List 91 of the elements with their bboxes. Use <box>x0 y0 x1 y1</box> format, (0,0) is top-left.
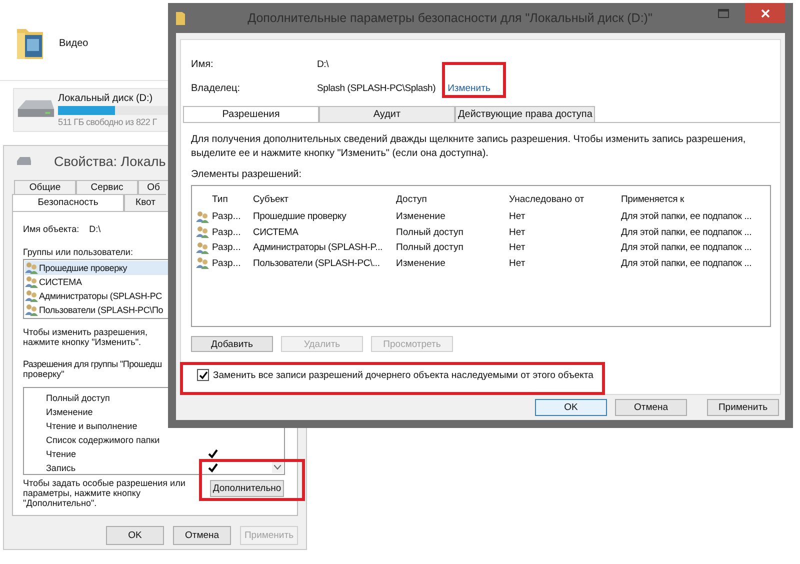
permission-name: Запись <box>46 463 77 473</box>
checkbox[interactable] <box>197 369 209 381</box>
table-cell-text: Изменение <box>396 258 446 269</box>
dialog-button[interactable]: OK <box>106 526 164 545</box>
table-cell-text: Нет <box>509 242 526 254</box>
table-cell-text: Разр... <box>212 226 242 238</box>
group-item[interactable]: Администраторы (SPLASH-PC <box>25 289 168 303</box>
checkbox-label[interactable]: Заменить все записи разрешений дочернего объекта наследуемыми от этого объекта <box>213 370 594 380</box>
column-header[interactable]: Применяется к <box>621 194 768 204</box>
dialog-title: Свойства: Локаль <box>54 154 166 168</box>
table-cell-text: СИСТЕМА <box>253 226 300 238</box>
name-label: Имя: <box>191 58 214 70</box>
advanced-hint: Чтобы задать особые разрешения или параметры, нажмите кнопку "Дополнительно". <box>23 478 186 508</box>
tab[interactable]: Сервис <box>76 180 138 194</box>
tab[interactable]: Безопасность <box>12 194 124 211</box>
maximize-icon <box>718 9 729 18</box>
column-header[interactable]: Субъект <box>253 194 396 204</box>
permission-name: Чтение и выполнение <box>46 421 138 431</box>
change-hint: Чтобы изменить разрешения, нажмите кнопку "Изменить". <box>23 327 148 347</box>
column-header[interactable]: Унаследовано от <box>509 194 621 204</box>
permission-name: Список содержимого папки <box>46 435 161 445</box>
tab[interactable]: Аудит <box>319 106 455 122</box>
users-icon <box>25 304 38 316</box>
drive-free-space: 511 ГБ свободно из 822 Г <box>58 117 158 127</box>
name-value: D:\ <box>317 58 329 70</box>
users-icon <box>25 276 38 288</box>
group-item[interactable]: Прошедшие проверку <box>25 261 168 275</box>
permission-name: Чтение <box>46 449 78 459</box>
permissions-label: Разрешения для группы "Прошедш <box>23 359 162 369</box>
tab[interactable]: Разрешения <box>183 106 319 122</box>
action-button[interactable]: Добавить <box>191 336 273 352</box>
table-cell-text: Нет <box>509 226 526 238</box>
info-text: Для получения дополнительных сведений дважды щелкните запись разрешения. Чтобы изменить запись разрешения, выделите ее и нажмите кнопку "Изменить" (если она доступна). <box>191 133 747 161</box>
tab[interactable]: Действующие права доступа <box>455 106 596 122</box>
window-title: Дополнительные параметры безопасности для "Локальный диск (D:)" <box>246 11 654 25</box>
dialog-button[interactable]: Отмена <box>173 526 231 545</box>
change-owner-link[interactable]: Изменить <box>448 82 490 94</box>
table-cell-text: Для этой папки, ее подпапок ... <box>621 242 753 254</box>
advanced-button[interactable]: Дополнительно <box>210 480 284 497</box>
permission-name: Полный доступ <box>46 393 111 403</box>
group-item[interactable]: СИСТЕМА <box>25 275 168 289</box>
drive-icon <box>16 156 32 166</box>
table-cell-text: Для этой папки, ее подпапок ... <box>621 226 753 238</box>
table-cell-text: Разр... <box>212 211 242 222</box>
close-icon <box>760 8 770 18</box>
users-icon <box>196 210 209 223</box>
dialog-button[interactable]: OK <box>535 399 607 416</box>
tab[interactable]: Об <box>138 180 168 194</box>
table-cell-text: Изменение <box>396 211 446 222</box>
users-icon <box>196 257 209 270</box>
table-row[interactable]: Разр... Администраторы (SPLASH-P... Полный доступ Нет Для этой папки, ее подпапок ... <box>192 240 768 256</box>
folder-label[interactable]: Видео <box>59 38 88 48</box>
entries-label: Элементы разрешений: <box>191 169 302 180</box>
table-cell-text: Разр... <box>212 242 242 254</box>
users-icon <box>196 226 209 238</box>
object-name-label: Имя объекта: <box>23 224 80 234</box>
table-cell-text: Для этой папки, ее подпапок ... <box>621 211 753 222</box>
drive-label: Локальный диск (D:) <box>58 93 154 104</box>
table-cell-text: Для этой папки, ее подпапок ... <box>621 258 753 269</box>
table-cell-text: Пользователи (SPLASH-PC\... <box>253 258 381 269</box>
users-icon <box>196 242 209 254</box>
table-cell-text: Администраторы (SPLASH-P... <box>253 242 384 254</box>
groups-label: Группы или пользователи: <box>23 247 133 257</box>
table-cell-text: Нет <box>509 258 526 269</box>
owner-value: Splash (SPLASH-PC\Splash) <box>317 82 436 94</box>
highlight-frame <box>442 62 506 98</box>
table-cell-text: Полный доступ <box>396 226 464 238</box>
tab[interactable]: Квот <box>124 194 166 211</box>
table-row[interactable]: Разр... Пользователи (SPLASH-PC\... Изменение Нет Для этой папки, ее подпапок ... <box>192 256 768 271</box>
users-icon <box>25 262 38 274</box>
column-header[interactable]: Доступ <box>396 194 509 204</box>
table-row[interactable]: Разр... СИСТЕМА Полный доступ Нет Для этой папки, ее подпапок ... <box>192 224 768 240</box>
users-icon <box>25 290 38 302</box>
table-cell-text: Прошедшие проверку <box>253 211 348 222</box>
table-cell-text: Полный доступ <box>396 242 464 254</box>
drive-tile[interactable]: Локальный диск (D:) 511 ГБ свободно из 822 Г <box>13 88 168 132</box>
dialog-button[interactable]: Применить <box>707 399 779 416</box>
group-item[interactable]: Пользователи (SPLASH-PC\По <box>25 303 168 317</box>
close-button[interactable] <box>745 3 785 23</box>
dialog-button[interactable]: Отмена <box>615 399 687 416</box>
table-row[interactable]: Разр... Прошедшие проверку Изменение Нет Для этой папки, ее подпапок ... <box>192 209 768 224</box>
permissions-label: проверку" <box>23 369 64 379</box>
table-cell-text: Разр... <box>212 258 242 269</box>
folder-icon <box>176 11 186 25</box>
owner-label: Владелец: <box>191 82 242 94</box>
table-cell-text: Нет <box>509 211 526 222</box>
column-header[interactable]: Тип <box>212 194 253 204</box>
tab[interactable]: Общие <box>14 180 76 194</box>
permission-name: Изменение <box>46 407 94 417</box>
scroll-down-icon[interactable] <box>274 464 281 470</box>
object-name-value: D:\ <box>89 224 101 234</box>
